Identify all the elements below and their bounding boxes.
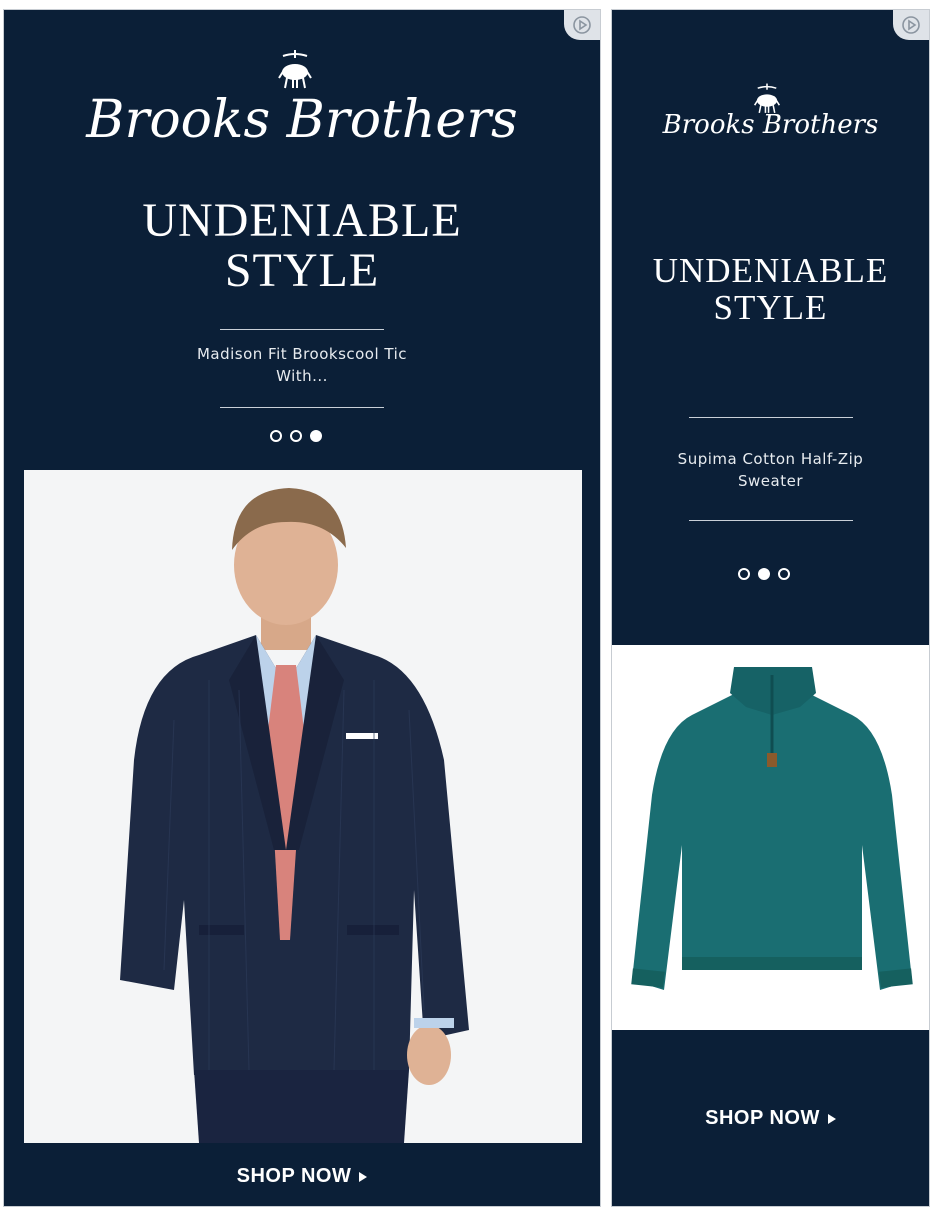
product-photo[interactable] [612,645,929,1030]
divider-bottom [220,407,384,408]
ad-small[interactable]: Brooks Brothers UNDENIABLE STYLE Supima … [611,9,930,1207]
ad-large[interactable]: Brooks Brothers UNDENIABLE STYLE Madison… [3,9,601,1207]
product-name-line-2: Sweater [738,471,803,490]
shop-now-label: SHOP NOW [705,1106,820,1129]
headline-line-1: UNDENIABLE [142,194,462,247]
brand-wordmark: Brooks Brothers [86,90,518,150]
play-arrow-icon [359,1172,368,1182]
product-photo[interactable] [24,470,582,1143]
headline: UNDENIABLE STYLE [4,194,600,298]
golden-fleece-logo-icon [278,50,312,89]
product-name[interactable]: Supima Cotton Half-Zip Sweater [612,449,929,493]
teal-sweater-photo [612,645,929,1030]
product-name-line-2: With... [276,366,328,385]
shop-now-button[interactable]: SHOP NOW [4,1158,600,1194]
divider-bottom [689,520,853,521]
headline-line-2: STYLE [713,287,828,327]
product-name-line-1: Madison Fit Brookscool Tic [196,345,408,363]
carousel-dot-3[interactable] [778,568,790,580]
headline-line-1: UNDENIABLE [652,251,889,290]
divider-top [220,329,384,330]
carousel-dot-3[interactable] [310,430,322,442]
carousel-dot-1[interactable] [270,430,282,442]
adchoices-icon[interactable] [564,10,600,40]
carousel-dots [738,568,790,580]
adchoices-icon[interactable] [893,10,929,40]
man-in-suit-photo [24,470,582,1143]
headline-line-2: STYLE [224,244,380,298]
product-name[interactable]: Madison Fit Brookscool Tic With... [4,344,600,388]
brand-wordmark: Brooks Brothers [662,110,879,140]
play-arrow-icon [827,1114,836,1124]
carousel-dots [270,430,322,442]
shop-now-button[interactable]: SHOP NOW [612,1100,929,1136]
carousel-dot-2[interactable] [758,568,770,580]
carousel-dot-1[interactable] [738,568,750,580]
product-name-line-1: Supima Cotton Half-Zip [677,450,864,468]
headline: UNDENIABLE STYLE [612,251,929,327]
divider-top [689,417,853,418]
shop-now-label: SHOP NOW [236,1164,352,1187]
carousel-dot-2[interactable] [290,430,302,442]
